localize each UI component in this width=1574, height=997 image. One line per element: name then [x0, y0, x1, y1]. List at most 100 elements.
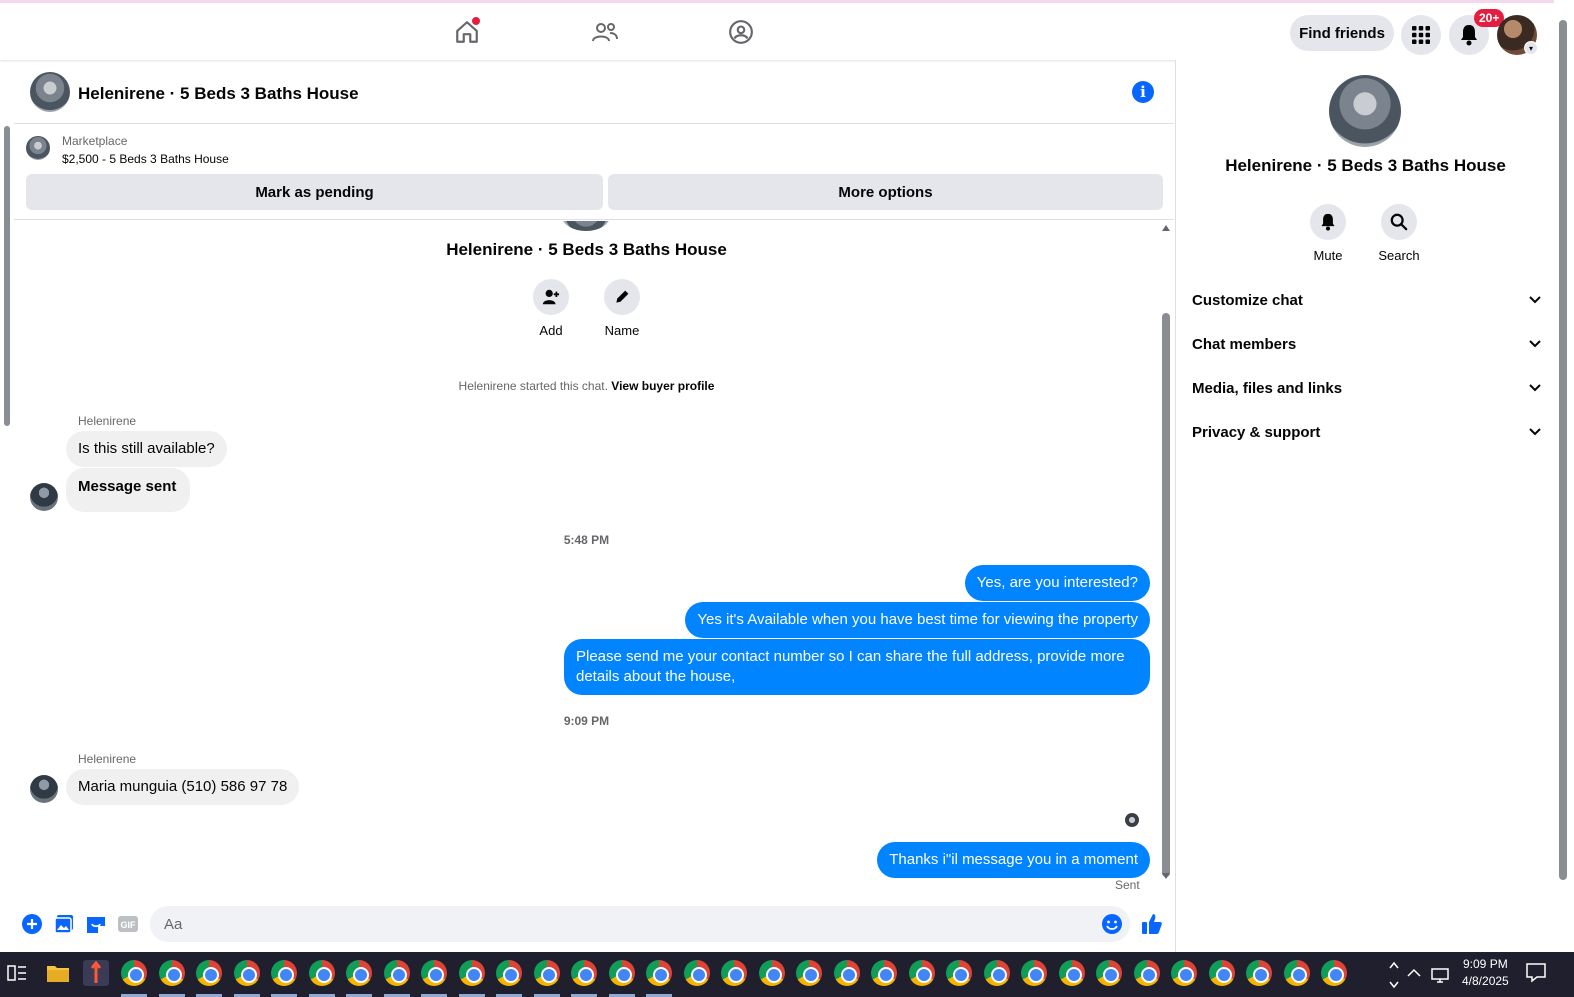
name-chat-button[interactable]: Name [592, 279, 652, 338]
chrome-icon[interactable] [946, 960, 972, 986]
seen-indicator-avatar [1125, 813, 1139, 827]
tray-overflow-icon[interactable] [1405, 960, 1423, 986]
chrome-icon[interactable] [1208, 960, 1235, 986]
chrome-icon[interactable] [983, 960, 1010, 986]
listing-thumbnail[interactable] [26, 136, 50, 160]
window-scrollbar[interactable] [1554, 0, 1574, 952]
privacy-support-section[interactable]: Privacy & support [1192, 412, 1542, 452]
more-options-button[interactable]: More options [608, 174, 1163, 210]
bell-icon[interactable] [1310, 204, 1346, 240]
chrome-icon[interactable] [233, 960, 260, 986]
scroll-up-arrow-icon[interactable] [1162, 225, 1170, 231]
chrome-icon[interactable] [1058, 960, 1085, 986]
task-view-icon[interactable] [4, 960, 30, 986]
chrome-icon[interactable] [308, 960, 335, 986]
window-scrollbar-thumb[interactable] [1559, 20, 1567, 880]
plus-icon[interactable] [21, 913, 43, 935]
chrome-icon[interactable] [833, 960, 860, 986]
section-label: Customize chat [1192, 291, 1303, 309]
chrome-icon[interactable] [1021, 960, 1047, 986]
chrome-icon[interactable] [683, 960, 710, 986]
mark-as-pending-button[interactable]: Mark as pending [26, 174, 603, 210]
find-friends-button[interactable]: Find friends [1290, 15, 1394, 51]
friends-icon[interactable] [590, 17, 620, 47]
customize-chat-section[interactable]: Customize chat [1192, 280, 1542, 320]
pinned-app-icon[interactable] [83, 960, 109, 986]
panel-avatar[interactable] [1329, 75, 1401, 147]
media-files-links-section[interactable]: Media, files and links [1192, 368, 1542, 408]
chat-title[interactable]: Helenirene · 5 Beds 3 Baths House [78, 84, 359, 104]
clock-date: 4/8/2025 [1462, 974, 1509, 988]
outgoing-message[interactable]: Please send me your contact number so I … [564, 639, 1150, 695]
emoji-icon[interactable] [1101, 913, 1123, 935]
view-buyer-profile-link[interactable]: View buyer profile [611, 379, 714, 393]
gif-icon[interactable]: GIF [117, 913, 139, 935]
info-icon[interactable]: i [1132, 81, 1154, 103]
file-explorer-icon[interactable] [45, 960, 71, 986]
incoming-message[interactable]: Message sent [66, 468, 191, 512]
chrome-icon[interactable] [1133, 960, 1160, 986]
notification-center-icon[interactable] [1524, 960, 1550, 986]
chrome-icon[interactable] [533, 960, 560, 986]
chrome-icon[interactable] [1321, 960, 1347, 986]
message-scrollbar-thumb[interactable] [1162, 313, 1170, 877]
page-scrollbar[interactable] [0, 110, 14, 950]
message-thread[interactable]: Helenirene · 5 Beds 3 Baths House Add Na… [14, 221, 1174, 901]
system-clock[interactable]: 9:09 PM 4/8/2025 [1462, 956, 1509, 990]
chrome-icon[interactable] [721, 960, 747, 986]
sticker-icon[interactable] [85, 913, 107, 935]
chat-members-section[interactable]: Chat members [1192, 324, 1542, 364]
chrome-icon[interactable] [496, 960, 522, 986]
taskbar-scroll-icon[interactable] [1388, 960, 1400, 989]
outgoing-message[interactable]: Yes it's Available when you have best ti… [685, 602, 1150, 638]
chrome-icon[interactable] [908, 960, 935, 986]
chrome-icon[interactable] [271, 960, 297, 986]
home-icon[interactable] [452, 17, 482, 47]
chrome-icon[interactable] [796, 960, 822, 986]
chrome-icon[interactable] [1096, 960, 1122, 986]
pencil-icon[interactable] [604, 279, 640, 315]
chrome-icon[interactable] [346, 960, 372, 986]
chrome-icon[interactable] [1246, 960, 1272, 986]
chrome-icon[interactable] [646, 960, 672, 986]
listing-title[interactable]: $2,500 - 5 Beds 3 Baths House [62, 152, 229, 166]
mute-button[interactable]: Mute [1298, 204, 1358, 263]
incoming-message[interactable]: Is this still available? [66, 431, 227, 467]
chrome-icon[interactable] [121, 960, 147, 986]
chrome-icon[interactable] [1283, 960, 1310, 986]
page-scrollbar-thumb[interactable] [4, 126, 10, 426]
sender-avatar[interactable] [30, 483, 58, 511]
add-people-button[interactable]: Add [521, 279, 581, 338]
chrome-icon[interactable] [871, 960, 897, 986]
chat-avatar[interactable] [30, 72, 70, 112]
chrome-icon[interactable] [758, 960, 785, 986]
chat-details-panel: Helenirene · 5 Beds 3 Baths House Mute S… [1175, 60, 1554, 952]
panel-title: Helenirene · 5 Beds 3 Baths House [1225, 156, 1506, 175]
apps-grid-icon[interactable] [1401, 15, 1441, 55]
chrome-icon[interactable] [608, 960, 635, 986]
search-button[interactable]: Search [1369, 204, 1429, 263]
outgoing-message[interactable]: Thanks i"il message you in a moment [877, 842, 1150, 878]
search-icon[interactable] [1381, 204, 1417, 240]
chrome-icon[interactable] [458, 960, 485, 986]
message-scrollbar[interactable] [1159, 221, 1173, 891]
sent-status: Sent [1115, 878, 1140, 892]
message-input[interactable] [150, 906, 1130, 942]
photo-icon[interactable] [53, 913, 75, 935]
add-person-icon[interactable] [533, 279, 569, 315]
chrome-icon[interactable] [1171, 960, 1197, 986]
network-icon[interactable] [1428, 960, 1452, 986]
thumbs-up-icon[interactable] [1141, 913, 1163, 935]
chrome-icon[interactable] [421, 960, 447, 986]
groups-icon[interactable] [726, 17, 756, 47]
chevron-down-icon [1529, 428, 1541, 436]
chrome-icon[interactable] [196, 960, 222, 986]
chrome-icon[interactable] [158, 960, 185, 986]
incoming-message[interactable]: Maria munguia (510) 586 97 78 [66, 769, 300, 805]
chrome-icon[interactable] [571, 960, 597, 986]
chrome-icon[interactable] [383, 960, 410, 986]
outgoing-message[interactable]: Yes, are you interested? [964, 565, 1150, 601]
chevron-down-icon[interactable]: ▾ [1524, 41, 1538, 55]
scroll-down-arrow-icon[interactable] [1162, 873, 1170, 879]
sender-avatar[interactable] [30, 775, 58, 803]
